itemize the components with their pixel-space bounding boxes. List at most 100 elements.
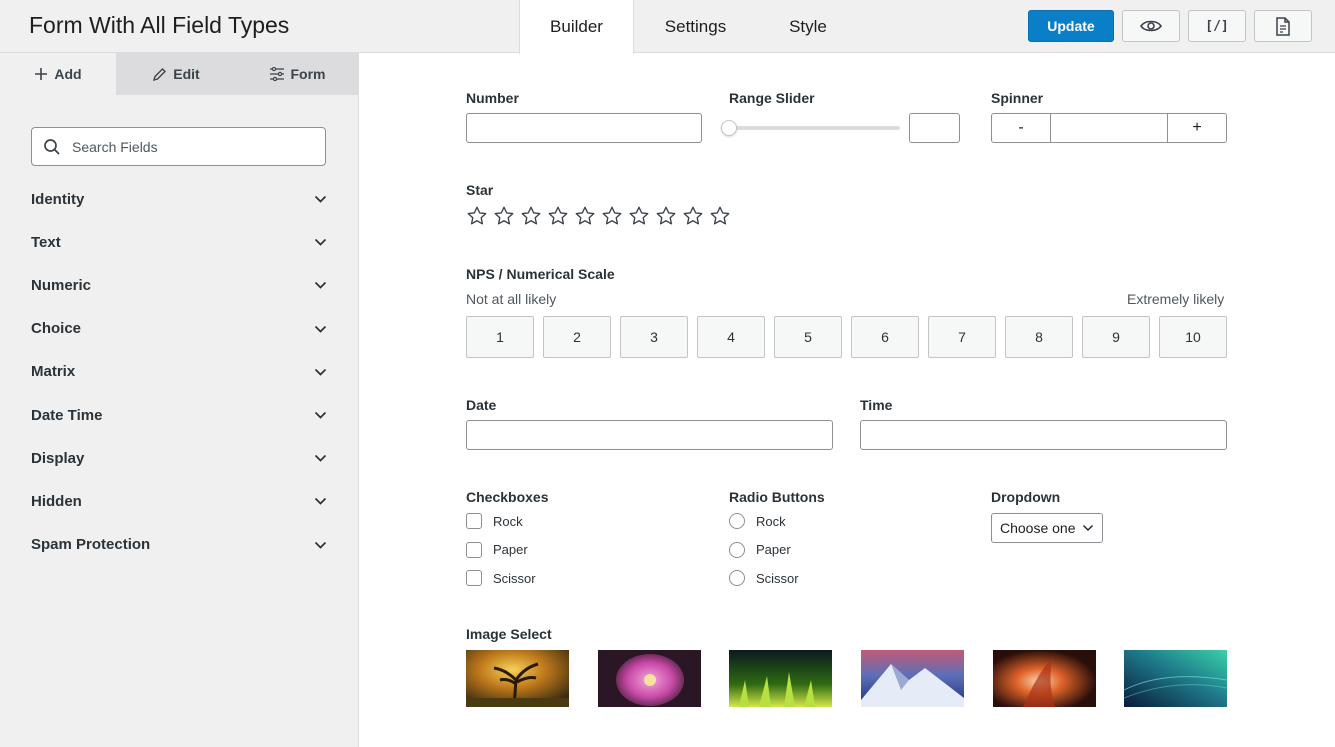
nps-option[interactable]: 8 <box>1005 316 1073 358</box>
category-label: Identity <box>31 190 85 208</box>
sidebar-tab-add[interactable]: Add <box>0 53 116 95</box>
star-icon[interactable] <box>493 205 515 227</box>
update-button[interactable]: Update <box>1028 10 1114 42</box>
image-option[interactable] <box>1124 650 1227 707</box>
chevron-down-icon <box>314 541 327 549</box>
category-label: Text <box>31 233 61 251</box>
sidebar-tab-label: Form <box>290 66 326 82</box>
star-icon[interactable] <box>709 205 731 227</box>
radio-button[interactable] <box>729 570 745 586</box>
sidebar-category-date-time[interactable]: Date Time <box>31 403 327 427</box>
form-title: Form With All Field Types <box>29 12 290 38</box>
nps-option[interactable]: 4 <box>697 316 765 358</box>
radio-button[interactable] <box>729 513 745 529</box>
image-option[interactable] <box>993 650 1096 707</box>
image-option[interactable] <box>729 650 832 707</box>
range-value-input[interactable] <box>909 113 960 143</box>
chevron-down-icon <box>314 325 327 333</box>
pencil-icon <box>153 67 167 81</box>
range-slider-handle[interactable] <box>721 120 737 136</box>
checkboxes-label: Checkboxes <box>466 489 549 505</box>
top-bar: Form With All Field Types Builder Settin… <box>0 0 1335 54</box>
checkbox-option[interactable]: Scissor <box>466 570 536 586</box>
option-label: Paper <box>756 542 791 557</box>
range-slider-track[interactable] <box>729 126 900 130</box>
orange-canyon-image <box>993 650 1096 707</box>
chevron-down-icon <box>1082 525 1093 531</box>
sidebar-tabs: Add Edit Form <box>0 53 358 95</box>
image-option[interactable] <box>466 650 569 707</box>
tab-style[interactable]: Style <box>770 0 846 53</box>
checkbox[interactable] <box>466 513 482 529</box>
pink-flower-image <box>598 650 701 707</box>
sidebar-category-identity[interactable]: Identity <box>31 187 327 211</box>
field-sidebar: Add Edit Form Identity Text Numeric Choice M… <box>0 53 359 747</box>
radio-button[interactable] <box>729 541 745 558</box>
star-icon[interactable] <box>601 205 623 227</box>
sidebar-tab-form[interactable]: Form <box>236 53 358 95</box>
date-label: Date <box>466 397 497 413</box>
dropdown-label: Dropdown <box>991 489 1061 505</box>
star-icon[interactable] <box>466 205 488 227</box>
star-icon[interactable] <box>520 205 542 227</box>
document-icon <box>1276 16 1290 36</box>
checkbox[interactable] <box>466 541 482 558</box>
time-input[interactable] <box>860 420 1227 450</box>
radio-buttons-label: Radio Buttons <box>729 489 825 505</box>
sidebar-tab-edit[interactable]: Edit <box>116 53 236 95</box>
sidebar-tab-label: Add <box>54 66 82 82</box>
nps-label: NPS / Numerical Scale <box>466 266 615 282</box>
star-icon[interactable] <box>574 205 596 227</box>
nps-option[interactable]: 9 <box>1082 316 1150 358</box>
spinner-decrement-button[interactable]: - <box>992 113 1050 143</box>
green-grass-image <box>729 650 832 707</box>
radio-option[interactable]: Rock <box>729 513 786 529</box>
option-label: Scissor <box>493 570 536 586</box>
nps-option[interactable]: 10 <box>1159 316 1227 358</box>
sidebar-category-numeric[interactable]: Numeric <box>31 273 327 297</box>
star-icon[interactable] <box>628 205 650 227</box>
sidebar-category-spam-protection[interactable]: Spam Protection <box>31 533 327 557</box>
image-option[interactable] <box>598 650 701 707</box>
dropdown-value: Choose one <box>1000 520 1076 536</box>
eye-icon <box>1140 20 1162 32</box>
entries-button[interactable] <box>1254 10 1312 42</box>
shortcode-button[interactable]: [/] <box>1188 10 1246 42</box>
radio-option[interactable]: Scissor <box>729 570 799 586</box>
number-input[interactable] <box>466 113 702 143</box>
spinner-input[interactable] <box>1051 114 1167 142</box>
snowy-mountain-image <box>861 650 964 707</box>
dropdown-select[interactable]: Choose one <box>991 513 1103 543</box>
search-field <box>31 127 326 166</box>
spinner-increment-button[interactable]: + <box>1168 113 1226 143</box>
nps-option[interactable]: 6 <box>851 316 919 358</box>
sidebar-category-display[interactable]: Display <box>31 446 327 470</box>
tab-settings[interactable]: Settings <box>645 0 746 53</box>
checkbox[interactable] <box>466 570 482 586</box>
star-icon[interactable] <box>655 205 677 227</box>
nps-option[interactable]: 3 <box>620 316 688 358</box>
sidebar-category-matrix[interactable]: Matrix <box>31 360 327 384</box>
nps-option[interactable]: 5 <box>774 316 842 358</box>
nps-option[interactable]: 2 <box>543 316 611 358</box>
time-label: Time <box>860 397 893 413</box>
checkbox-option[interactable]: Paper <box>466 541 528 558</box>
star-icon[interactable] <box>682 205 704 227</box>
search-input[interactable] <box>72 134 317 160</box>
date-input[interactable] <box>466 420 833 450</box>
preview-button[interactable] <box>1122 10 1180 42</box>
image-option[interactable] <box>861 650 964 707</box>
sidebar-category-text[interactable]: Text <box>31 230 327 254</box>
nps-option[interactable]: 7 <box>928 316 996 358</box>
sidebar-category-choice[interactable]: Choice <box>31 317 327 341</box>
radio-option[interactable]: Paper <box>729 541 791 558</box>
option-label: Rock <box>756 513 786 529</box>
category-label: Numeric <box>31 276 92 294</box>
star-icon[interactable] <box>547 205 569 227</box>
category-label: Date Time <box>31 406 103 424</box>
chevron-down-icon <box>314 455 327 462</box>
checkbox-option[interactable]: Rock <box>466 513 523 529</box>
tab-builder[interactable]: Builder <box>519 0 634 54</box>
sidebar-category-hidden[interactable]: Hidden <box>31 489 327 513</box>
nps-option[interactable]: 1 <box>466 316 534 358</box>
